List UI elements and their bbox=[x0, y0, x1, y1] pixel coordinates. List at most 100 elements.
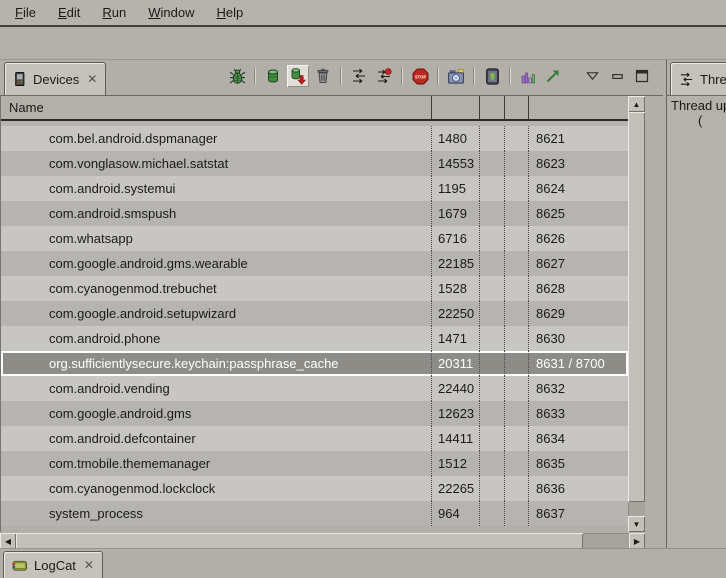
process-col3-cell[interactable] bbox=[479, 226, 504, 251]
process-port-cell[interactable]: 8627 bbox=[528, 251, 628, 276]
process-port-cell[interactable]: 8629 bbox=[528, 301, 628, 326]
process-name-cell[interactable]: org.sufficientlysecure.keychain:passphra… bbox=[1, 351, 431, 376]
process-name-cell[interactable]: com.vonglasow.michael.satstat bbox=[1, 151, 431, 176]
tab-devices-close-icon[interactable]: ✕ bbox=[87, 72, 97, 86]
scroll-left-arrow[interactable]: ◀ bbox=[0, 533, 16, 549]
process-col3-cell[interactable] bbox=[479, 176, 504, 201]
menu-item-run[interactable]: Run bbox=[91, 2, 137, 23]
process-pid-cell[interactable]: 22265 bbox=[431, 476, 479, 501]
process-port-cell[interactable]: 8623 bbox=[528, 151, 628, 176]
process-col3-cell[interactable] bbox=[479, 151, 504, 176]
process-pid-cell[interactable]: 22250 bbox=[431, 301, 479, 326]
process-col3-cell[interactable] bbox=[479, 301, 504, 326]
process-pid-cell[interactable]: 1679 bbox=[431, 201, 479, 226]
process-pid-cell[interactable]: 14553 bbox=[431, 151, 479, 176]
process-name-cell[interactable]: com.android.vending bbox=[1, 376, 431, 401]
process-col3-cell[interactable] bbox=[479, 251, 504, 276]
process-col4-cell[interactable] bbox=[504, 301, 528, 326]
update-threads-icon[interactable] bbox=[348, 65, 370, 87]
process-row[interactable]: com.cyanogenmod.trebuchet 1528 8628 bbox=[1, 276, 628, 301]
process-row[interactable]: com.google.android.gms.wearable 22185 86… bbox=[1, 251, 628, 276]
process-pid-cell[interactable]: 1512 bbox=[431, 451, 479, 476]
dump-hprof-icon[interactable] bbox=[287, 65, 309, 87]
process-row[interactable]: com.bel.android.dspmanager 1480 8621 bbox=[1, 126, 628, 151]
process-row[interactable]: com.whatsapp 6716 8626 bbox=[1, 226, 628, 251]
start-method-profiling-icon[interactable] bbox=[373, 65, 395, 87]
process-col4-cell[interactable] bbox=[504, 126, 528, 151]
minimize-icon[interactable] bbox=[606, 65, 628, 87]
process-name-cell[interactable]: com.google.android.setupwizard bbox=[1, 301, 431, 326]
process-port-cell[interactable]: 8621 bbox=[528, 126, 628, 151]
process-port-cell[interactable]: 8632 bbox=[528, 376, 628, 401]
start-tracing-arrow-icon[interactable] bbox=[542, 65, 564, 87]
process-port-cell[interactable]: 8636 bbox=[528, 476, 628, 501]
process-row[interactable]: org.sufficientlysecure.keychain:passphra… bbox=[1, 351, 628, 376]
process-col4-cell[interactable] bbox=[504, 201, 528, 226]
process-row[interactable]: com.vonglasow.michael.satstat 14553 8623 bbox=[1, 151, 628, 176]
process-pid-cell[interactable]: 12623 bbox=[431, 401, 479, 426]
process-port-cell[interactable]: 8626 bbox=[528, 226, 628, 251]
stop-process-icon[interactable]: STOP bbox=[409, 65, 431, 87]
column-header-name[interactable]: Name bbox=[1, 96, 431, 119]
process-name-cell[interactable]: com.google.android.gms bbox=[1, 401, 431, 426]
process-col3-cell[interactable] bbox=[479, 376, 504, 401]
process-port-cell[interactable]: 8624 bbox=[528, 176, 628, 201]
process-name-cell[interactable]: com.android.defcontainer bbox=[1, 426, 431, 451]
process-col4-cell[interactable] bbox=[504, 176, 528, 201]
view-menu-chevron-icon[interactable] bbox=[581, 65, 603, 87]
process-name-cell[interactable]: com.android.phone bbox=[1, 326, 431, 351]
process-row[interactable]: com.android.vending 22440 8632 bbox=[1, 376, 628, 401]
process-col4-cell[interactable] bbox=[504, 426, 528, 451]
menu-item-help[interactable]: Help bbox=[205, 2, 254, 23]
screen-capture-camera-icon[interactable] bbox=[445, 65, 467, 87]
process-pid-cell[interactable]: 22185 bbox=[431, 251, 479, 276]
process-pid-cell[interactable]: 1480 bbox=[431, 126, 479, 151]
process-col4-cell[interactable] bbox=[504, 351, 528, 376]
process-col4-cell[interactable] bbox=[504, 376, 528, 401]
process-row[interactable]: com.google.android.gms 12623 8633 bbox=[1, 401, 628, 426]
process-col3-cell[interactable] bbox=[479, 451, 504, 476]
process-name-cell[interactable]: system_process bbox=[1, 501, 431, 526]
process-port-cell[interactable]: 8625 bbox=[528, 201, 628, 226]
scroll-up-arrow[interactable]: ▲ bbox=[628, 96, 645, 112]
process-pid-cell[interactable]: 1528 bbox=[431, 276, 479, 301]
process-col4-cell[interactable] bbox=[504, 326, 528, 351]
horizontal-scrollbar[interactable]: ◀ ▶ bbox=[0, 533, 645, 549]
process-row[interactable]: system_process 964 8637 bbox=[1, 501, 628, 526]
menu-item-file[interactable]: File bbox=[4, 2, 47, 23]
tab-logcat-close-icon[interactable]: ✕ bbox=[84, 558, 94, 572]
column-header-pid[interactable] bbox=[431, 96, 479, 119]
process-port-cell[interactable]: 8633 bbox=[528, 401, 628, 426]
process-port-cell[interactable]: 8635 bbox=[528, 451, 628, 476]
process-row[interactable]: com.google.android.setupwizard 22250 862… bbox=[1, 301, 628, 326]
process-col3-cell[interactable] bbox=[479, 326, 504, 351]
process-pid-cell[interactable]: 1195 bbox=[431, 176, 479, 201]
process-pid-cell[interactable]: 14411 bbox=[431, 426, 479, 451]
process-pid-cell[interactable]: 20311 bbox=[431, 351, 479, 376]
maximize-icon[interactable] bbox=[631, 65, 653, 87]
process-col3-cell[interactable] bbox=[479, 501, 504, 526]
cause-gc-trash-icon[interactable] bbox=[312, 65, 334, 87]
process-name-cell[interactable]: com.google.android.gms.wearable bbox=[1, 251, 431, 276]
process-col3-cell[interactable] bbox=[479, 401, 504, 426]
process-col4-cell[interactable] bbox=[504, 501, 528, 526]
process-port-cell[interactable]: 8637 bbox=[528, 501, 628, 526]
process-pid-cell[interactable]: 22440 bbox=[431, 376, 479, 401]
process-name-cell[interactable]: com.android.smspush bbox=[1, 201, 431, 226]
process-pid-cell[interactable]: 964 bbox=[431, 501, 479, 526]
process-port-cell[interactable]: 8630 bbox=[528, 326, 628, 351]
process-name-cell[interactable]: com.cyanogenmod.trebuchet bbox=[1, 276, 431, 301]
process-name-cell[interactable]: com.android.systemui bbox=[1, 176, 431, 201]
vertical-scrollbar[interactable]: ▲ ▼ bbox=[628, 96, 645, 532]
process-col3-cell[interactable] bbox=[479, 426, 504, 451]
process-row[interactable]: com.cyanogenmod.lockclock 22265 8636 bbox=[1, 476, 628, 501]
process-row[interactable]: com.android.defcontainer 14411 8634 bbox=[1, 426, 628, 451]
tab-logcat[interactable]: LogCat ✕ bbox=[3, 551, 103, 578]
process-col4-cell[interactable] bbox=[504, 476, 528, 501]
sysinfo-bars-icon[interactable] bbox=[517, 65, 539, 87]
process-col3-cell[interactable] bbox=[479, 476, 504, 501]
process-col4-cell[interactable] bbox=[504, 251, 528, 276]
scroll-right-arrow[interactable]: ▶ bbox=[629, 533, 645, 549]
process-col4-cell[interactable] bbox=[504, 401, 528, 426]
column-header-4[interactable] bbox=[504, 96, 528, 119]
